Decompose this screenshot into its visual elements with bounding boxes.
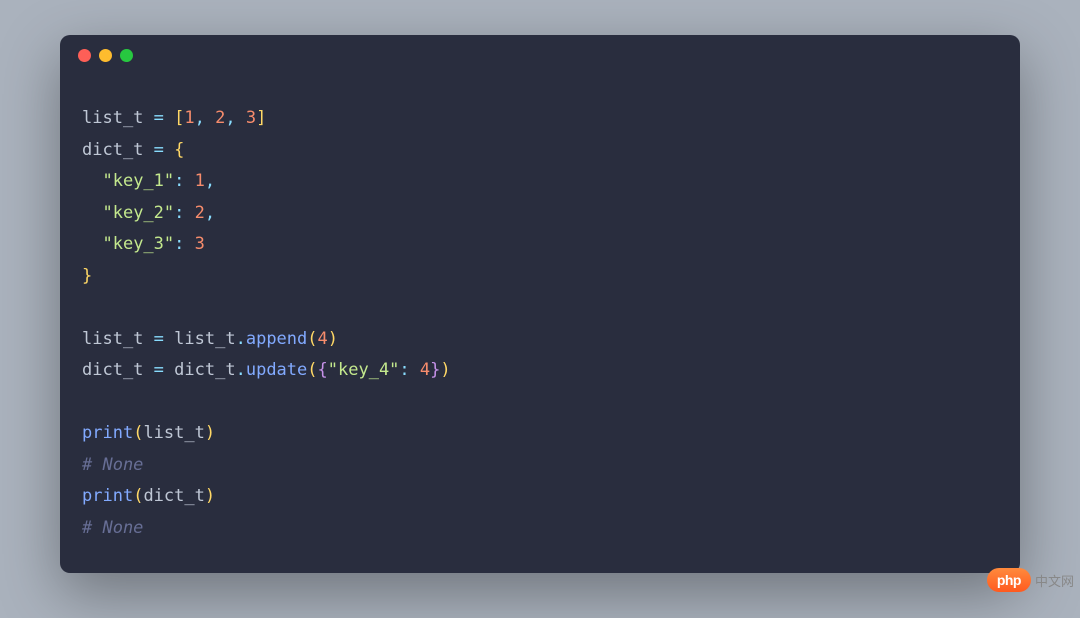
code-token: "key_1" <box>102 171 174 191</box>
code-token: : <box>174 234 184 254</box>
code-token <box>184 171 194 191</box>
code-token: dict_t <box>143 486 204 506</box>
close-icon[interactable] <box>78 49 91 62</box>
code-line: dict_t = dict_t.update({"key_4": 4}) <box>82 355 998 387</box>
code-token: print <box>82 486 133 506</box>
code-token <box>164 140 174 160</box>
code-token <box>164 329 174 349</box>
code-token: , <box>225 108 235 128</box>
code-editor-window: list_t = [1, 2, 3]dict_t = { "key_1": 1,… <box>60 35 1020 573</box>
code-token <box>184 203 194 223</box>
code-token: ) <box>328 329 338 349</box>
code-token <box>164 360 174 380</box>
code-line: "key_3": 3 <box>82 229 998 261</box>
code-token: } <box>82 266 92 286</box>
code-token: dict_t <box>82 140 143 160</box>
code-token: ( <box>307 329 317 349</box>
code-token <box>82 392 92 412</box>
minimize-icon[interactable] <box>99 49 112 62</box>
code-token <box>82 297 92 317</box>
code-token: 1 <box>184 108 194 128</box>
code-token <box>82 171 102 191</box>
code-token <box>143 360 153 380</box>
code-token <box>82 234 102 254</box>
code-token: [ <box>174 108 184 128</box>
code-line: print(dict_t) <box>82 481 998 513</box>
code-token: append <box>246 329 307 349</box>
code-token <box>236 108 246 128</box>
code-token: 4 <box>318 329 328 349</box>
code-token: : <box>399 360 409 380</box>
watermark-text: 中文网 <box>1035 571 1074 590</box>
watermark-badge: php 中文网 <box>987 568 1074 592</box>
code-token <box>143 140 153 160</box>
code-token <box>205 108 215 128</box>
code-token: update <box>246 360 307 380</box>
code-token: print <box>82 423 133 443</box>
code-token: . <box>236 329 246 349</box>
code-token: # None <box>82 518 143 538</box>
code-token: , <box>205 171 215 191</box>
code-token: , <box>195 108 205 128</box>
code-token: , <box>205 203 215 223</box>
code-token: : <box>174 203 184 223</box>
code-line: # None <box>82 513 998 545</box>
code-token: "key_2" <box>102 203 174 223</box>
code-line: list_t = list_t.append(4) <box>82 324 998 356</box>
code-token: ] <box>256 108 266 128</box>
code-line: list_t = [1, 2, 3] <box>82 103 998 135</box>
code-token: 4 <box>420 360 430 380</box>
code-token: { <box>318 360 328 380</box>
code-line: "key_1": 1, <box>82 166 998 198</box>
code-token <box>82 203 102 223</box>
code-token: { <box>174 140 184 160</box>
code-token: = <box>154 360 164 380</box>
code-token: list_t <box>82 108 143 128</box>
code-token: 1 <box>195 171 205 191</box>
code-token: "key_3" <box>102 234 174 254</box>
code-area: list_t = [1, 2, 3]dict_t = { "key_1": 1,… <box>60 75 1020 566</box>
code-line: # None <box>82 450 998 482</box>
code-token: 2 <box>215 108 225 128</box>
code-line: } <box>82 261 998 293</box>
code-token: = <box>154 140 164 160</box>
code-token: . <box>236 360 246 380</box>
maximize-icon[interactable] <box>120 49 133 62</box>
code-line: dict_t = { <box>82 135 998 167</box>
code-line: "key_2": 2, <box>82 198 998 230</box>
code-token: ( <box>307 360 317 380</box>
code-token: } <box>430 360 440 380</box>
code-token: ) <box>205 486 215 506</box>
code-token: = <box>154 329 164 349</box>
code-token: ( <box>133 486 143 506</box>
code-token: ) <box>440 360 450 380</box>
code-token: dict_t <box>82 360 143 380</box>
code-token: = <box>154 108 164 128</box>
code-token: 3 <box>195 234 205 254</box>
code-token: ) <box>205 423 215 443</box>
php-logo-badge: php <box>987 568 1031 592</box>
code-token: # None <box>82 455 143 475</box>
code-token <box>164 108 174 128</box>
code-token <box>410 360 420 380</box>
code-token: list_t <box>82 329 143 349</box>
code-token: dict_t <box>174 360 235 380</box>
code-token <box>184 234 194 254</box>
code-token: "key_4" <box>328 360 400 380</box>
code-token: ( <box>133 423 143 443</box>
code-token: list_t <box>143 423 204 443</box>
code-line <box>82 292 998 324</box>
code-token <box>143 108 153 128</box>
code-token <box>143 329 153 349</box>
code-line <box>82 387 998 419</box>
titlebar <box>60 35 1020 75</box>
code-line: print(list_t) <box>82 418 998 450</box>
code-token: 3 <box>246 108 256 128</box>
code-token: 2 <box>195 203 205 223</box>
code-token: : <box>174 171 184 191</box>
code-token: list_t <box>174 329 235 349</box>
